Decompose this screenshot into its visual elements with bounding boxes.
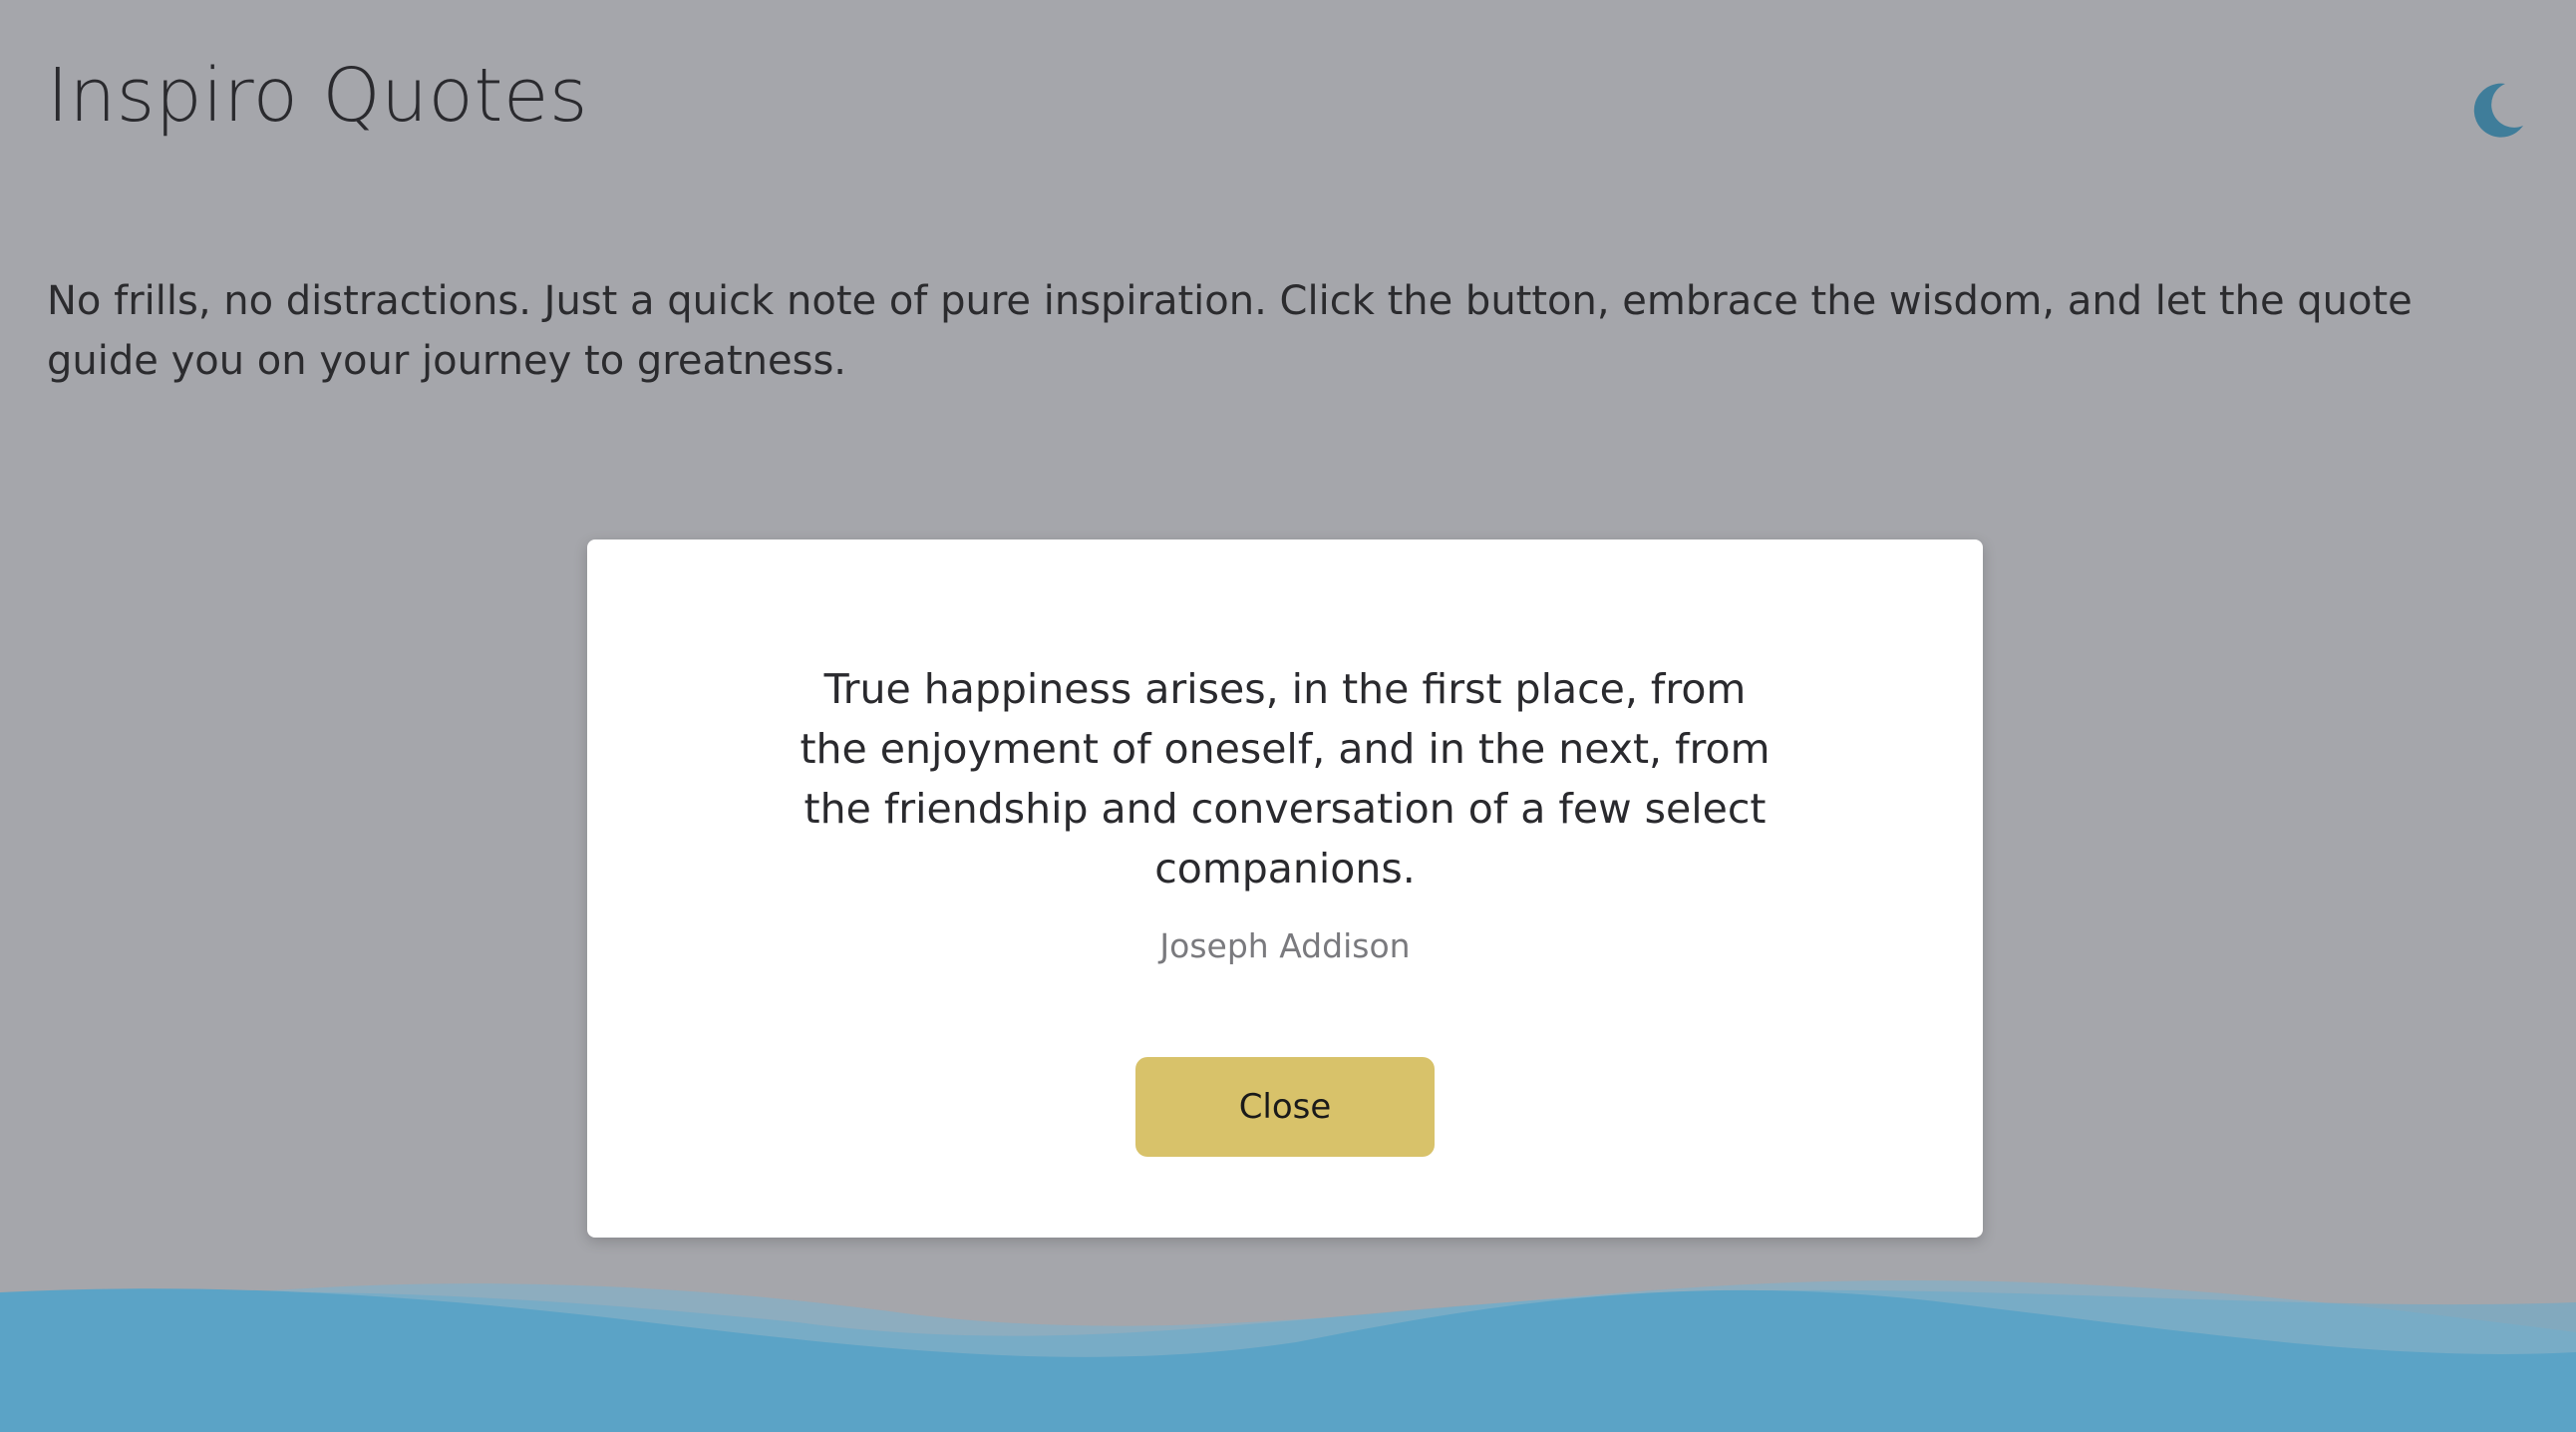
- quote-text: True happiness arises, in the first plac…: [800, 665, 1771, 893]
- moon-icon: [2473, 83, 2523, 138]
- quote-author: Joseph Addison: [1159, 926, 1411, 965]
- close-button[interactable]: Close: [1135, 1057, 1435, 1157]
- quote-modal: True happiness arises, in the first plac…: [587, 539, 1983, 1238]
- wave-decoration: [0, 1280, 2576, 1432]
- intro-text: No frills, no distractions. Just a quick…: [47, 278, 2413, 384]
- page-header: Inspiro Quotes: [47, 52, 2529, 172]
- theme-toggle-button[interactable]: [2465, 78, 2529, 142]
- app-title: Inspiro Quotes: [47, 53, 588, 139]
